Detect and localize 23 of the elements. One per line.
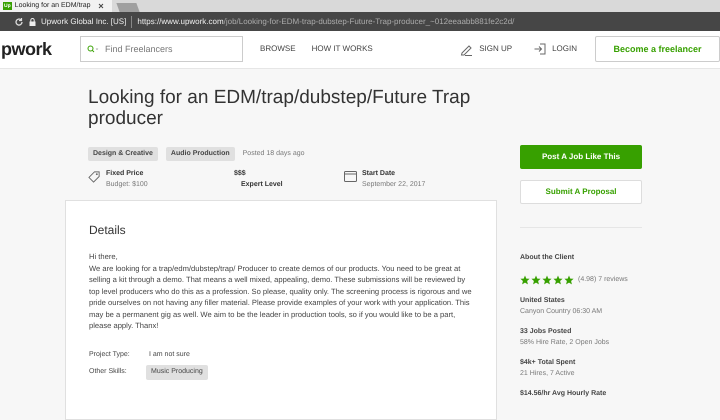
login-icon bbox=[534, 43, 546, 56]
details-heading: Details bbox=[89, 223, 127, 237]
job-title: Looking for an EDM/trap/dubstep/Future Trap producer bbox=[88, 86, 472, 128]
nav-link[interactable]: BROWSE bbox=[260, 43, 296, 56]
star-icon bbox=[542, 275, 552, 286]
lock-icon bbox=[29, 18, 36, 26]
close-icon[interactable] bbox=[98, 3, 104, 9]
upwork-logo[interactable]: pwork bbox=[1, 36, 60, 63]
star-icon bbox=[564, 275, 574, 286]
sign-up-link[interactable]: SIGN UP bbox=[479, 43, 512, 56]
star-icon bbox=[520, 275, 530, 286]
nav-link[interactable]: HOW IT WORKS bbox=[312, 43, 373, 56]
calendar-icon bbox=[344, 170, 357, 182]
search-field[interactable]: Find Freelancers bbox=[80, 36, 243, 62]
login-link[interactable]: LOGIN bbox=[552, 43, 577, 56]
star-icon bbox=[553, 275, 563, 286]
search-icon bbox=[87, 45, 99, 54]
pencil-icon bbox=[460, 42, 474, 56]
reload-icon[interactable] bbox=[14, 16, 24, 27]
star-icon bbox=[531, 275, 541, 286]
site-identity: Upwork Global Inc. [US] bbox=[41, 16, 132, 28]
url-text[interactable]: https://www.upwork.com/job/Looking-for-EDM-trap-dubstep-Future-Trap-producer_~012eeaabb881fe2c2d/ bbox=[137, 16, 514, 28]
price-tag-icon bbox=[88, 170, 101, 183]
